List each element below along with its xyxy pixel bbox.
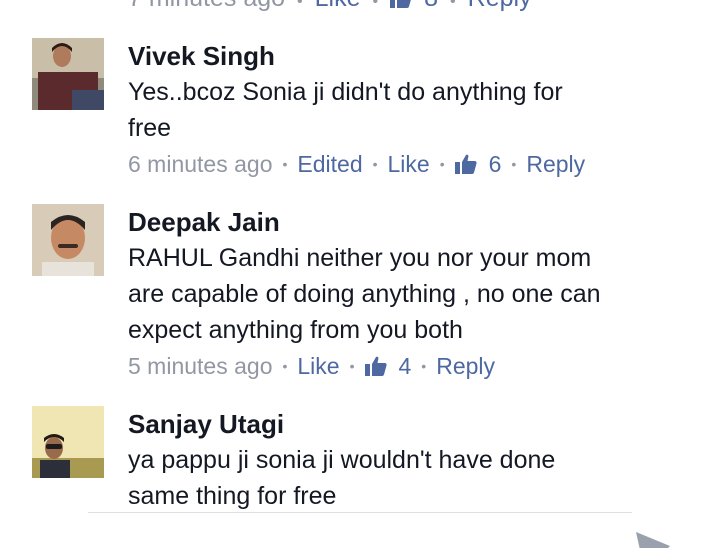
comment-meta: 5 minutes ago • Like • 4 • Reply	[128, 348, 688, 384]
separator-dot: •	[450, 0, 456, 10]
separator-dot: •	[282, 156, 288, 172]
thumbs-up-icon	[390, 0, 411, 8]
commenter-name[interactable]: Vivek Singh	[128, 38, 688, 74]
separator-dot: •	[372, 156, 378, 172]
reply-link[interactable]: Reply	[436, 353, 495, 379]
comment-text-line: ya pappu ji sonia ji wouldn't have done	[128, 446, 556, 474]
like-link[interactable]: Like	[297, 353, 339, 379]
separator-dot: •	[372, 0, 379, 10]
separator-dot: •	[511, 156, 517, 172]
commenter-name[interactable]: Sanjay Utagi	[128, 406, 688, 442]
thumbs-up-icon	[454, 154, 477, 174]
like-count: 8	[424, 0, 438, 12]
comment-text-line: same thing for free	[128, 482, 337, 510]
comment-time: 7 minutes ago	[128, 0, 285, 12]
comment-text-line: Yes..bcoz Sonia ji didn't do anything fo…	[128, 78, 563, 106]
previous-comment-meta: 7 minutes ago • Like • 8 • Reply	[128, 0, 532, 12]
avatar[interactable]	[32, 406, 104, 478]
comment-time: 5 minutes ago	[128, 353, 273, 379]
comment-input-bar[interactable]	[0, 513, 720, 548]
avatar[interactable]	[32, 38, 104, 110]
edited-link[interactable]: Edited	[297, 151, 362, 177]
reply-link[interactable]: Reply	[526, 151, 585, 177]
reply-link[interactable]: Reply	[468, 0, 532, 12]
separator-dot: •	[421, 358, 427, 374]
avatar[interactable]	[32, 204, 104, 276]
like-link[interactable]: Like	[388, 151, 430, 177]
separator-dot: •	[282, 358, 288, 374]
commenter-name[interactable]: Deepak Jain	[128, 204, 688, 240]
thumbs-up-icon	[364, 356, 387, 376]
like-count: 6	[488, 151, 502, 177]
like-link[interactable]: Like	[315, 0, 361, 12]
divider	[88, 512, 632, 513]
comment-text-line: are capable of doing anything , no one c…	[128, 280, 601, 308]
comment-text-line: RAHUL Gandhi neither you nor your mom	[128, 244, 592, 272]
send-icon[interactable]	[636, 532, 670, 548]
separator-dot: •	[349, 358, 355, 374]
separator-dot: •	[297, 0, 303, 10]
comment-meta: 6 minutes ago • Edited • Like • 6 • Reply	[128, 146, 688, 182]
separator-dot: •	[439, 156, 445, 172]
comment-text-line: expect anything from you both	[128, 316, 463, 344]
comment-text-line: free	[128, 114, 172, 142]
like-count: 4	[398, 353, 412, 379]
comment-time: 6 minutes ago	[128, 151, 273, 177]
